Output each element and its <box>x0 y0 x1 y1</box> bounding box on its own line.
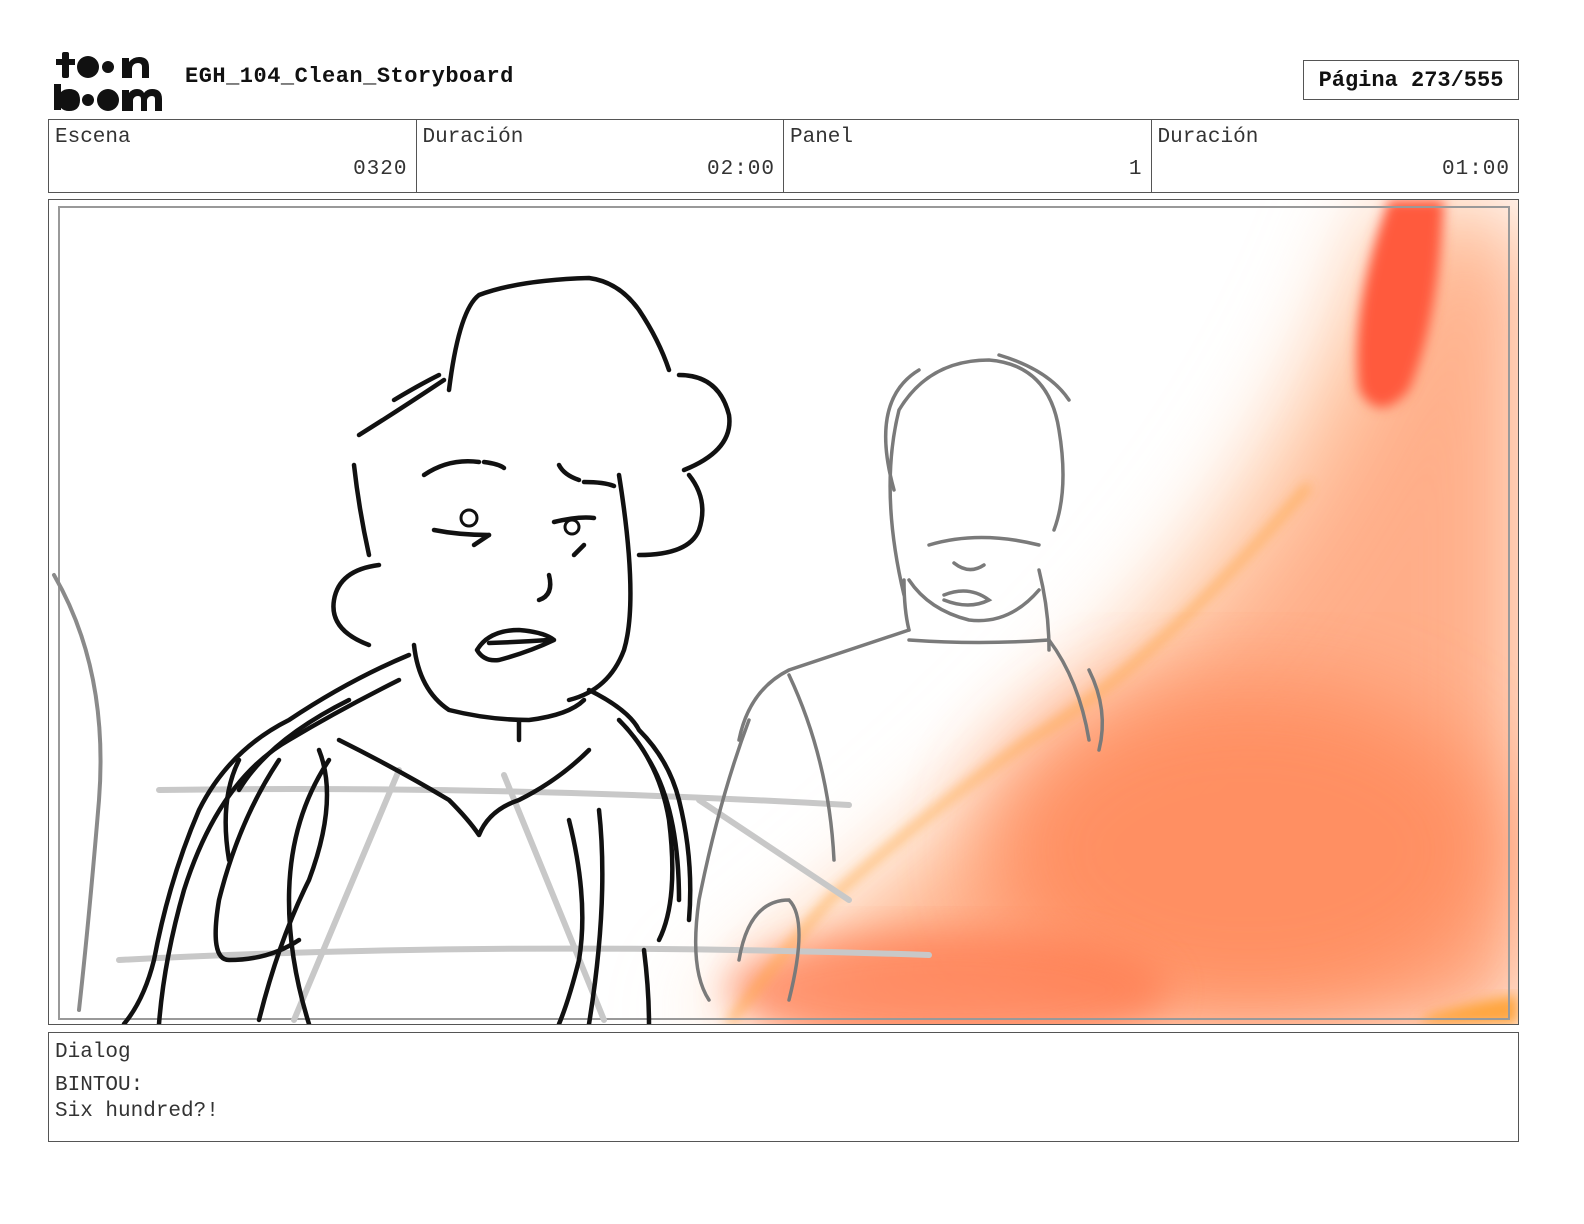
dialog-box: Dialog BINTOU: Six hundred?! <box>48 1032 1519 1142</box>
toon-boom-logo <box>52 50 164 112</box>
dialog-label: Dialog <box>55 1041 131 1064</box>
panel-value: 1 <box>1128 158 1143 181</box>
project-title: EGH_104_Clean_Storyboard <box>185 64 514 89</box>
scene-duration-cell: Duración 02:00 <box>417 120 784 192</box>
dialog-speaker: BINTOU: <box>55 1074 144 1097</box>
panel-label: Panel <box>790 126 854 149</box>
panel-duration-value: 01:00 <box>1441 158 1510 181</box>
page-number: 273/555 <box>1411 67 1504 93</box>
scene-label: Escena <box>55 126 131 149</box>
scene-cell: Escena 0320 <box>49 120 417 192</box>
bintou-character-sketch <box>121 275 732 1024</box>
panel-duration-label: Duración <box>1157 126 1259 149</box>
dialog-line: Six hundred?! <box>55 1100 219 1123</box>
fire-glow <box>689 200 1518 1024</box>
panel-duration-cell: Duración 01:00 <box>1152 120 1519 192</box>
scene-info-table: Escena 0320 Duración 02:00 Panel 1 Durac… <box>48 119 1519 193</box>
storyboard-panel-image <box>48 199 1519 1025</box>
panel-cell: Panel 1 <box>784 120 1152 192</box>
left-figure-sketch <box>52 573 103 1012</box>
page-indicator: Página 273/555 <box>1303 60 1519 100</box>
scene-duration-label: Duración <box>422 126 524 149</box>
page-label: Página <box>1318 67 1398 93</box>
scene-duration-value: 02:00 <box>706 158 775 181</box>
scene-value: 0320 <box>353 158 408 181</box>
